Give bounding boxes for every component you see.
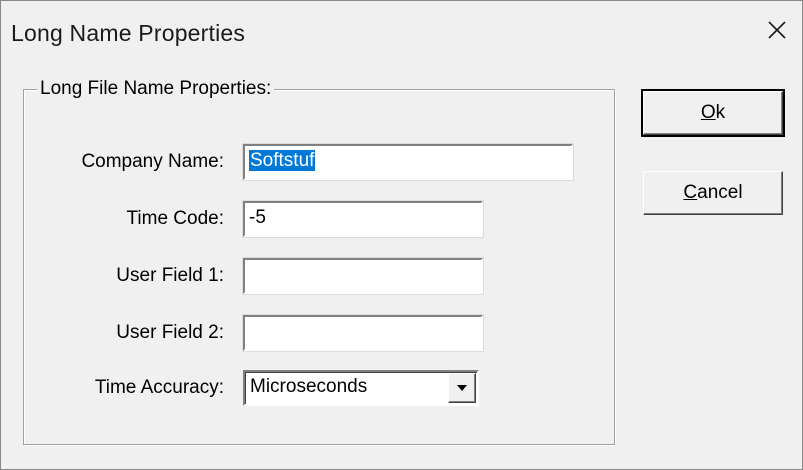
time-accuracy-dropdown-button[interactable]: [448, 373, 476, 403]
close-button[interactable]: [754, 7, 800, 53]
ok-button[interactable]: Ok: [643, 91, 783, 135]
company-name-label: Company Name:: [81, 151, 224, 172]
cancel-button-label: Cancel: [683, 182, 743, 203]
time-accuracy-label: Time Accuracy:: [94, 377, 224, 398]
time-code-value: -5: [249, 207, 266, 228]
cancel-button[interactable]: Cancel: [643, 171, 783, 215]
long-name-properties-dialog: Long Name Properties Long File Name Prop…: [0, 0, 803, 470]
user-field-2-label: User Field 2:: [116, 322, 224, 343]
group-label: Long File Name Properties:: [37, 78, 275, 100]
dialog-client-area: Long File Name Properties: Company Name:…: [1, 67, 802, 469]
time-code-label: Time Code:: [126, 208, 225, 229]
dropdown-arrow-icon: [457, 385, 467, 391]
user-field-1-label: User Field 1:: [116, 265, 224, 286]
user-field-1-input[interactable]: [242, 257, 484, 295]
window-title: Long Name Properties: [11, 20, 246, 46]
close-icon: [768, 21, 786, 39]
user-field-2-input[interactable]: [242, 314, 484, 352]
time-accuracy-select[interactable]: Microseconds: [243, 370, 479, 406]
title-bar: Long Name Properties: [1, 1, 802, 67]
time-code-field[interactable]: -5: [242, 200, 484, 238]
ok-button-label: Ok: [700, 102, 726, 123]
company-name-field[interactable]: Softstuf: [242, 143, 574, 181]
company-name-value: Softstuf: [249, 150, 316, 171]
time-accuracy-value: Microseconds: [250, 376, 368, 397]
